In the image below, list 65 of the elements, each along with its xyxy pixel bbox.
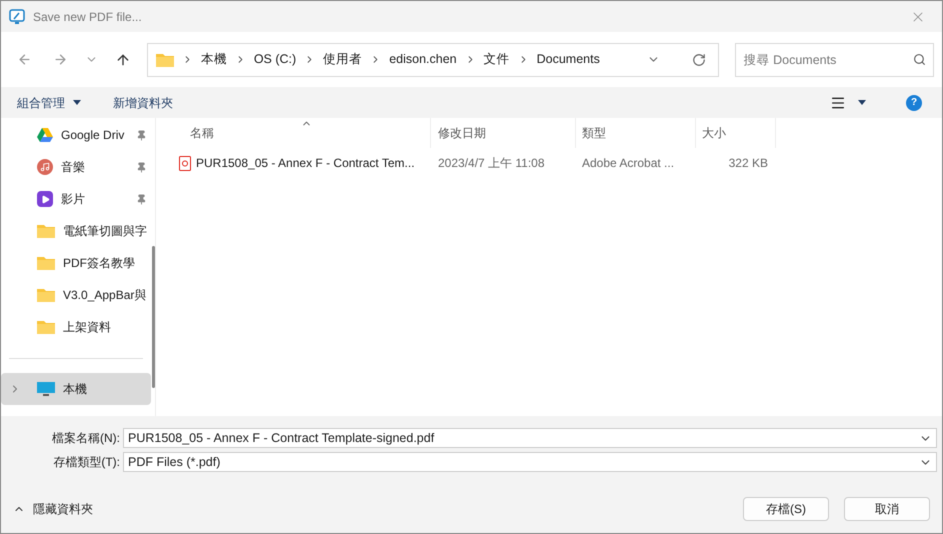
file-type: Adobe Acrobat ... (581, 155, 676, 172)
breadcrumb-item[interactable]: OS (C:) (254, 50, 296, 69)
breadcrumb-item[interactable]: 文件 (484, 50, 510, 69)
sidebar-item[interactable]: PDF簽名教學 (1, 247, 151, 279)
window-title: Save new PDF file... (33, 8, 142, 26)
sidebar-item[interactable]: 影片 (1, 183, 151, 215)
sidebar-item[interactable]: 本機 (1, 373, 151, 405)
sidebar-item[interactable]: Google Driv (1, 119, 151, 151)
save-button[interactable]: 存檔(S) (743, 496, 829, 520)
triangle-logo-icon (37, 128, 53, 142)
sidebar-label: 電紙筆切圖與字 (63, 223, 147, 240)
sidebar-label: Google Driv (61, 127, 126, 144)
breadcrumb-item[interactable]: 本機 (200, 50, 227, 69)
sidebar-item[interactable]: 音樂 (1, 151, 151, 183)
pdf-file-icon (179, 156, 191, 170)
folder-icon (37, 224, 55, 238)
sidebar-item[interactable]: 上架資料 (1, 311, 151, 343)
breadcrumb-item[interactable]: edison.chen (389, 50, 457, 69)
folder-icon (37, 256, 55, 270)
new-folder-button[interactable]: 新增資料夾 (113, 94, 173, 112)
sidebar-item[interactable]: 電紙筆切圖與字 (1, 215, 151, 247)
video-icon (37, 191, 53, 207)
column-header[interactable]: 修改日期 (431, 118, 576, 148)
app-icon (9, 8, 25, 24)
pin-icon (136, 194, 147, 204)
sidebar-label: V3.0_AppBar與 (63, 287, 147, 304)
dropdown-caret-icon (73, 100, 81, 105)
hide-folders-button[interactable]: 隱藏資料夾 (13, 500, 93, 518)
file-size: 322 KB (728, 155, 769, 172)
folder-icon (37, 288, 55, 302)
organize-button[interactable]: 組合管理 (17, 94, 81, 112)
search-field[interactable]: 搜尋 Documents (734, 42, 934, 76)
view-options-button[interactable] (830, 94, 866, 110)
folder-icon (37, 320, 55, 334)
column-header[interactable]: 名稱 (156, 118, 431, 148)
filetype-dropdown[interactable]: PDF Files (*.pdf) (123, 452, 937, 472)
sidebar-label: PDF簽名教學 (63, 255, 136, 272)
refresh-icon[interactable] (692, 52, 706, 66)
cancel-button[interactable]: 取消 (844, 496, 930, 520)
column-header[interactable]: 大小 (696, 118, 776, 148)
filename-field[interactable]: PUR1508_05 - Annex F - Contract Template-signed.pdf (123, 428, 937, 448)
music-note-icon (37, 159, 53, 175)
search-icon (913, 52, 926, 66)
breadcrumb-item[interactable]: 使用者 (323, 50, 362, 69)
sidebar-item[interactable]: V3.0_AppBar與 (1, 279, 151, 311)
file-row[interactable]: PUR1508_05 - Annex F - Contract Tem... 2023/4/7 上午 11:08 Adobe Acrobat ... 322 KB (156, 148, 942, 178)
sidebar-label: 影片 (61, 191, 86, 208)
forward-arrow-icon (52, 52, 68, 67)
list-view-icon (830, 94, 846, 110)
field-label: 檔案名稱(N): (51, 430, 121, 447)
column-header[interactable]: 類型 (576, 118, 696, 148)
modified-date: 2023/4/7 上午 11:08 (437, 155, 546, 172)
file-name: PUR1508_05 - Annex F - Contract Tem... (196, 155, 415, 172)
monitor-icon (37, 381, 55, 397)
field-label: 存檔類型(T): (52, 454, 121, 471)
sidebar-label: 上架資料 (63, 319, 112, 336)
breadcrumb-item[interactable]: Documents (536, 50, 600, 69)
dropdown-caret-icon (858, 100, 866, 105)
address-bar[interactable]: 本機 OS (C:) 使用者 edison.chen 文件 Documents (146, 42, 719, 76)
help-icon[interactable]: ? (906, 94, 922, 110)
sidebar-label: 音樂 (61, 159, 86, 176)
folder-icon (156, 52, 174, 66)
sidebar-label: 本機 (63, 381, 88, 398)
pin-icon (136, 130, 147, 140)
pin-icon (136, 162, 147, 172)
